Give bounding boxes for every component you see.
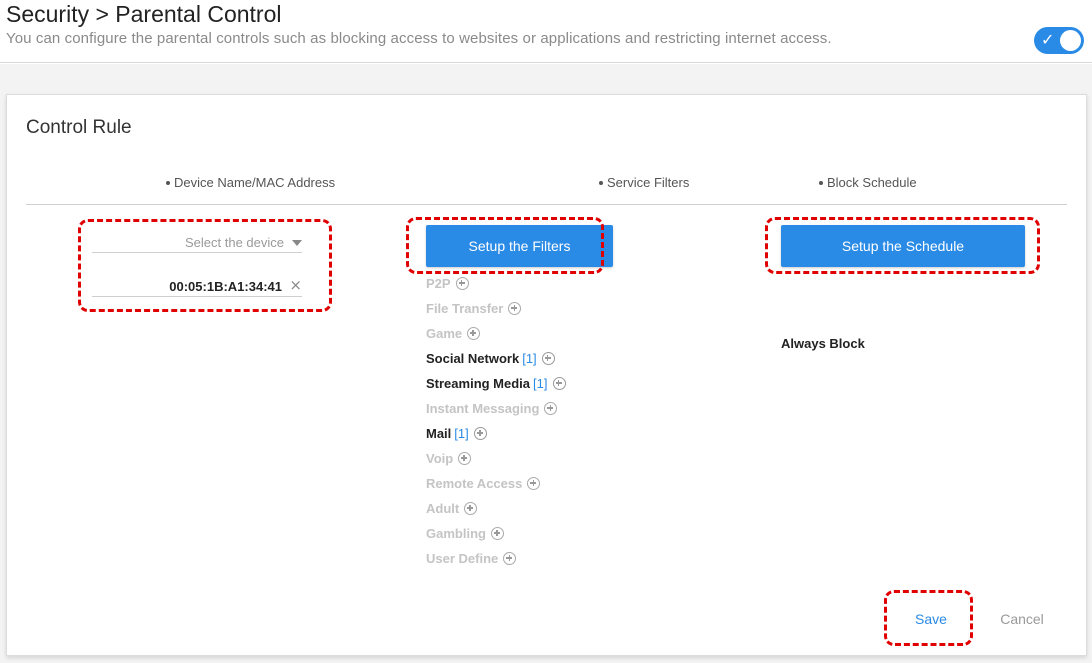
filter-label: Gambling	[426, 526, 486, 541]
filter-item: Adult	[426, 501, 478, 516]
filter-item: P2P	[426, 276, 469, 291]
cancel-button[interactable]: Cancel	[987, 604, 1057, 634]
device-select[interactable]: Select the device	[92, 231, 302, 253]
bullet-icon	[166, 180, 170, 185]
page-subtitle: You can configure the parental controls …	[6, 30, 832, 47]
add-circle-icon[interactable]	[467, 327, 481, 341]
remove-icon[interactable]: ×	[289, 276, 302, 294]
filter-item: Remote Access	[426, 476, 541, 491]
filter-count: [1]	[522, 351, 537, 366]
filter-item: User Define	[426, 551, 517, 566]
filter-label: Social Network	[426, 351, 520, 366]
column-header-device-label: Device Name/MAC Address	[174, 175, 336, 190]
filter-count: [1]	[533, 376, 548, 391]
filter-label: Adult	[426, 501, 460, 516]
filter-label: Instant Messaging	[426, 401, 540, 416]
setup-schedule-button[interactable]: Setup the Schedule	[781, 225, 1025, 267]
add-circle-icon[interactable]	[490, 527, 504, 541]
schedule-value: Always Block	[781, 336, 865, 351]
filter-label: Game	[426, 326, 463, 341]
add-circle-icon[interactable]	[473, 427, 487, 441]
header-divider	[26, 204, 1067, 205]
card-title: Control Rule	[26, 117, 132, 138]
filter-label: Streaming Media	[426, 376, 531, 391]
filter-item: Game	[426, 326, 481, 341]
caret-down-icon	[292, 240, 302, 246]
setup-filters-button[interactable]: Setup the Filters	[426, 225, 613, 267]
add-circle-icon[interactable]	[455, 277, 469, 291]
column-header-device: Device Name/MAC Address	[166, 175, 335, 190]
add-circle-icon[interactable]	[527, 477, 541, 491]
filter-item: Social Network [1]	[426, 351, 555, 366]
filter-label: Voip	[426, 451, 454, 466]
add-circle-icon[interactable]	[464, 502, 478, 516]
filter-label: Mail	[426, 426, 452, 441]
add-circle-icon[interactable]	[458, 452, 472, 466]
filter-item: Gambling	[426, 526, 504, 541]
add-circle-icon[interactable]	[541, 352, 555, 366]
device-select-placeholder: Select the device	[184, 235, 284, 250]
add-circle-icon[interactable]	[552, 377, 566, 391]
column-header-schedule-label: Block Schedule	[827, 175, 917, 190]
bullet-icon	[599, 180, 603, 185]
filter-item: Mail [1]	[426, 426, 487, 441]
mac-address: 00:05:1B:A1:34:41	[169, 279, 282, 294]
toggle-knob	[1060, 30, 1081, 51]
add-circle-icon[interactable]	[503, 552, 517, 566]
filter-item: Streaming Media [1]	[426, 376, 566, 391]
filter-label: P2P	[426, 276, 451, 291]
control-rule-card: Control Rule Device Name/MAC Address Ser…	[6, 94, 1087, 656]
parental-control-toggle[interactable]: ✓	[1034, 27, 1084, 54]
column-header-filters-label: Service Filters	[607, 175, 690, 190]
save-button[interactable]: Save	[896, 604, 966, 634]
filter-item: File Transfer	[426, 301, 522, 316]
page-title: Security > Parental Control	[6, 1, 282, 27]
filter-label: File Transfer	[426, 301, 504, 316]
filter-label: User Define	[426, 551, 499, 566]
check-icon: ✓	[1041, 30, 1055, 49]
column-header-filters: Service Filters	[599, 175, 689, 190]
bullet-icon	[819, 180, 823, 185]
page-header: Security > Parental Control You can conf…	[0, 0, 1092, 63]
mac-address-entry: 00:05:1B:A1:34:41 ×	[92, 275, 302, 297]
add-circle-icon[interactable]	[508, 302, 522, 316]
filter-item: Voip	[426, 451, 472, 466]
filter-count: [1]	[454, 426, 469, 441]
filter-item: Instant Messaging	[426, 401, 558, 416]
add-circle-icon[interactable]	[544, 402, 558, 416]
column-header-schedule: Block Schedule	[819, 175, 917, 190]
filter-label: Remote Access	[426, 476, 523, 491]
